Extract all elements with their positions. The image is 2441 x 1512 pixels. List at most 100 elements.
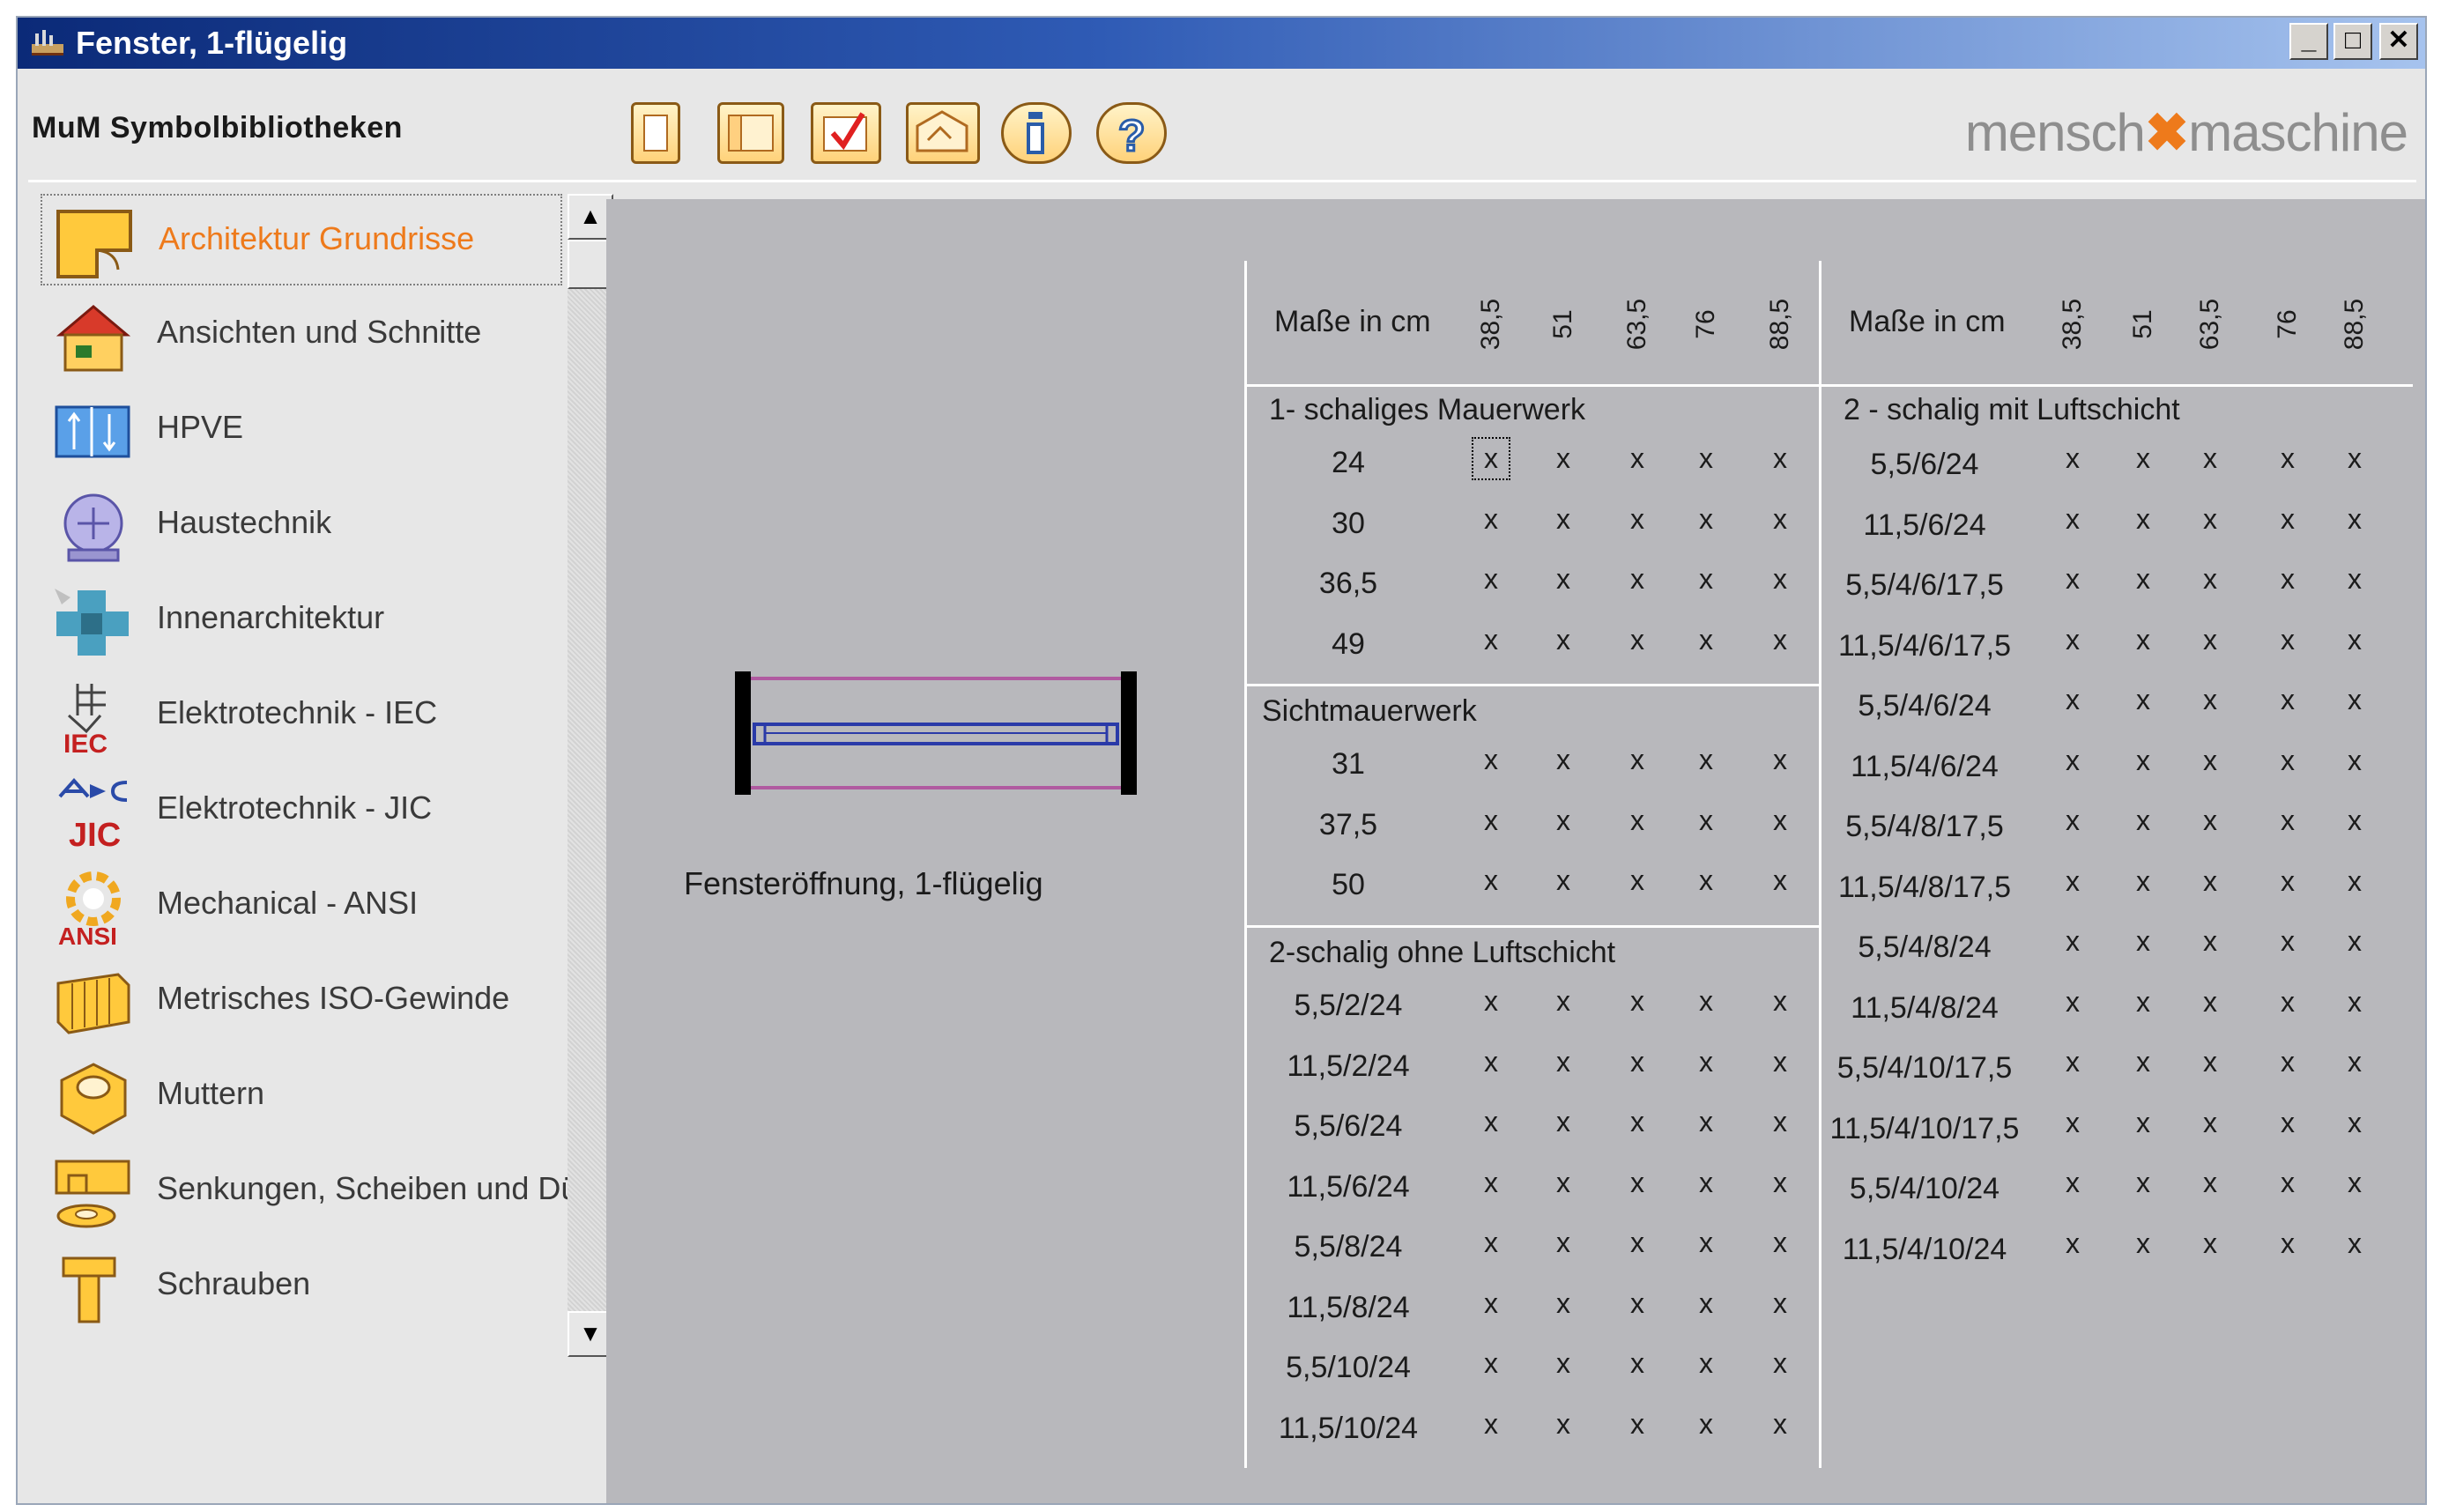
minimize-button[interactable]: _ — [2289, 23, 2328, 60]
variant-cell[interactable]: x — [2136, 804, 2150, 837]
variant-cell[interactable]: x — [1484, 1408, 1498, 1441]
variant-cell[interactable]: x — [1773, 1106, 1787, 1138]
library-item-architektur-grundrisse[interactable]: Architektur Grundrisse — [41, 194, 562, 285]
variant-cell[interactable]: x — [1630, 804, 1644, 837]
variant-cell[interactable]: x — [1630, 1408, 1644, 1441]
title-bar[interactable]: Fenster, 1-flügelig _ □ ✕ — [18, 18, 2425, 69]
variant-cell[interactable]: x — [1630, 864, 1644, 897]
variant-cell[interactable]: x — [1699, 1287, 1713, 1320]
apply-button[interactable] — [811, 102, 881, 164]
variant-cell[interactable]: x — [1484, 503, 1498, 536]
variant-cell[interactable]: x — [1484, 1347, 1498, 1380]
variant-cell[interactable]: x — [2281, 1227, 2295, 1260]
variant-cell[interactable]: x — [2203, 986, 2217, 1019]
variant-cell[interactable]: x — [2348, 624, 2362, 656]
variant-cell[interactable]: x — [2066, 563, 2080, 596]
variant-cell[interactable]: x — [2066, 442, 2080, 475]
variant-cell[interactable]: x — [1699, 563, 1713, 596]
variant-cell[interactable]: x — [1699, 985, 1713, 1018]
library-item-haustechnik[interactable]: Haustechnik — [41, 479, 562, 571]
variant-cell[interactable]: x — [2281, 563, 2295, 596]
variant-cell[interactable]: x — [1773, 1227, 1787, 1259]
variant-cell[interactable]: x — [2348, 503, 2362, 536]
variant-cell[interactable]: x — [2203, 865, 2217, 898]
variant-cell[interactable]: x — [2281, 804, 2295, 837]
variant-cell[interactable]: x — [1484, 804, 1498, 837]
variant-cell[interactable]: x — [1484, 563, 1498, 596]
library-item-muttern[interactable]: Muttern — [41, 1050, 562, 1142]
variant-cell[interactable]: x — [1773, 1347, 1787, 1380]
variant-cell[interactable]: x — [2281, 925, 2295, 958]
variant-cell[interactable]: x — [2203, 745, 2217, 777]
variant-cell[interactable]: x — [1773, 985, 1787, 1018]
variant-cell[interactable]: x — [1556, 503, 1570, 536]
variant-cell[interactable]: x — [1556, 1167, 1570, 1199]
variant-cell[interactable]: x — [2066, 624, 2080, 656]
variant-cell[interactable]: x — [2066, 1046, 2080, 1078]
variant-cell[interactable]: x — [2136, 684, 2150, 716]
variant-cell[interactable]: x — [2348, 745, 2362, 777]
library-item-elektrotechnik-jic[interactable]: JIC Elektrotechnik - JIC — [41, 765, 562, 856]
variant-cell[interactable]: x — [1630, 744, 1644, 776]
variant-cell[interactable]: x — [1556, 1227, 1570, 1259]
variant-cell[interactable]: x — [1773, 503, 1787, 536]
variant-cell[interactable]: x — [2066, 1107, 2080, 1139]
variant-cell[interactable]: x — [1630, 624, 1644, 656]
variant-cell[interactable]: x — [2281, 1167, 2295, 1199]
variant-cell[interactable]: x — [2136, 925, 2150, 958]
variant-cell[interactable]: x — [1556, 744, 1570, 776]
variant-cell[interactable]: x — [1773, 624, 1787, 656]
library-item-hpve[interactable]: HPVE — [41, 384, 562, 476]
variant-cell[interactable]: x — [2136, 1107, 2150, 1139]
variant-cell[interactable]: x — [1699, 804, 1713, 837]
variant-cell[interactable]: x — [2066, 925, 2080, 958]
variant-cell[interactable]: x — [1484, 744, 1498, 776]
variant-cell[interactable]: x — [1484, 864, 1498, 897]
variant-cell[interactable]: x — [1699, 744, 1713, 776]
variant-cell[interactable]: x — [2348, 684, 2362, 716]
variant-cell[interactable]: x — [2281, 986, 2295, 1019]
variant-cell[interactable]: x — [1773, 804, 1787, 837]
variant-cell[interactable]: x — [1773, 442, 1787, 475]
variant-cell[interactable]: x — [2203, 684, 2217, 716]
variant-cell[interactable]: x — [1484, 1167, 1498, 1199]
variant-cell[interactable]: x — [1630, 1046, 1644, 1078]
variant-cell[interactable]: x — [1472, 437, 1510, 480]
info-button[interactable] — [1001, 102, 1072, 164]
variant-cell[interactable]: x — [1556, 804, 1570, 837]
library-item-elektrotechnik-iec[interactable]: IEC Elektrotechnik - IEC — [41, 670, 562, 761]
variant-cell[interactable]: x — [1699, 1046, 1713, 1078]
variant-cell[interactable]: x — [2066, 745, 2080, 777]
variant-cell[interactable]: x — [2203, 624, 2217, 656]
variant-cell[interactable]: x — [1484, 985, 1498, 1018]
variant-cell[interactable]: x — [2281, 503, 2295, 536]
variant-cell[interactable]: x — [2136, 442, 2150, 475]
variant-cell[interactable]: x — [2348, 925, 2362, 958]
variant-cell[interactable]: x — [2136, 563, 2150, 596]
variant-cell[interactable]: x — [2066, 503, 2080, 536]
variant-cell[interactable]: x — [1556, 563, 1570, 596]
variant-cell[interactable]: x — [2066, 684, 2080, 716]
variant-cell[interactable]: x — [1556, 1287, 1570, 1320]
variant-cell[interactable]: x — [2203, 804, 2217, 837]
variant-cell[interactable]: x — [1699, 1167, 1713, 1199]
variant-cell[interactable]: x — [1556, 864, 1570, 897]
variant-cell[interactable]: x — [1773, 1408, 1787, 1441]
variant-cell[interactable]: x — [2136, 865, 2150, 898]
variant-cell[interactable]: x — [2348, 986, 2362, 1019]
variant-cell[interactable]: x — [2066, 986, 2080, 1019]
variant-cell[interactable]: x — [1484, 1106, 1498, 1138]
variant-cell[interactable]: x — [2203, 1167, 2217, 1199]
variant-cell[interactable]: x — [2136, 503, 2150, 536]
variant-cell[interactable]: x — [1484, 1046, 1498, 1078]
variant-cell[interactable]: x — [1556, 1106, 1570, 1138]
variant-cell[interactable]: x — [1699, 864, 1713, 897]
variant-cell[interactable]: x — [2203, 1107, 2217, 1139]
variant-cell[interactable]: x — [2136, 986, 2150, 1019]
variant-cell[interactable]: x — [2136, 1167, 2150, 1199]
variant-cell[interactable]: x — [2066, 1227, 2080, 1260]
variant-cell[interactable]: x — [1630, 1167, 1644, 1199]
variant-cell[interactable]: x — [1699, 624, 1713, 656]
library-item-senkungen-scheiben-duebel[interactable]: Senkungen, Scheiben und Dübel — [41, 1145, 571, 1237]
variant-cell[interactable]: x — [1773, 1287, 1787, 1320]
